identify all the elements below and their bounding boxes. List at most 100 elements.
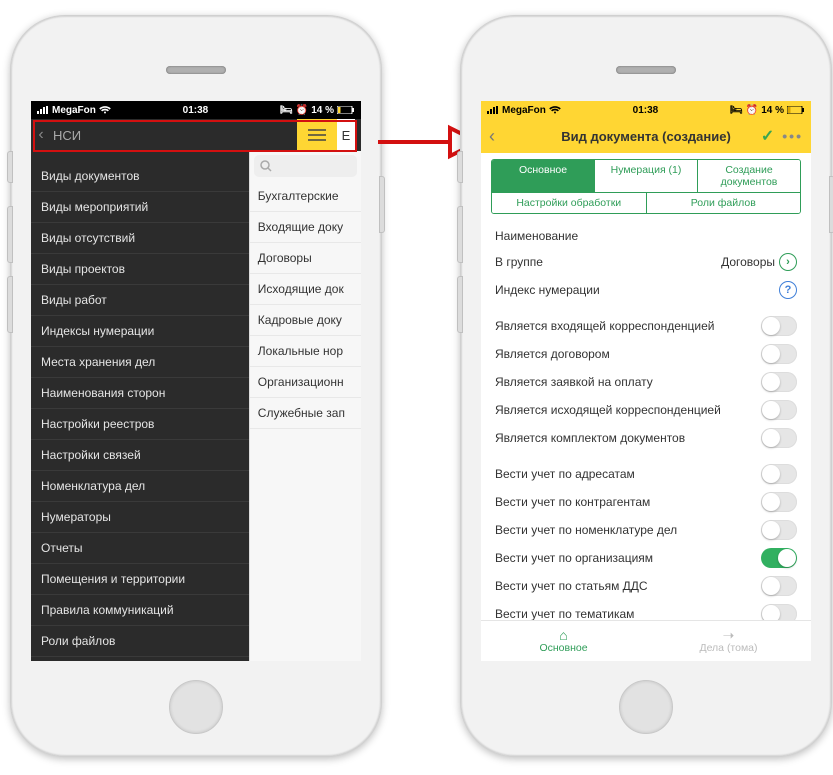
list-item[interactable]: Служебные зап — [250, 398, 361, 429]
battery-label: 14 % — [311, 105, 334, 116]
page-title: Вид документа (создание) — [561, 129, 731, 144]
tab-processing[interactable]: Настройки обработки — [492, 192, 647, 213]
signal-icon — [37, 106, 49, 114]
battery-icon — [787, 106, 805, 114]
sidebar-item[interactable]: Списки рассылки по контрагентам — [31, 657, 249, 661]
clock-icon: ⏰ — [296, 105, 308, 116]
field-index-label: Индекс нумерации — [495, 283, 600, 297]
toggle-switch[interactable] — [761, 464, 797, 484]
menu-button[interactable] — [297, 119, 337, 151]
sidebar-item[interactable]: Правила коммуникаций — [31, 595, 249, 626]
phone-side-button — [7, 151, 13, 183]
field-name-label: Наименование — [495, 229, 578, 243]
tab-numbering[interactable]: Нумерация (1) — [595, 160, 698, 192]
toggle-switch[interactable] — [761, 492, 797, 512]
toggle-row: Вести учет по номенклатуре дел — [495, 516, 797, 544]
sidebar-item[interactable]: Виды отсутствий — [31, 223, 249, 254]
screen-left: MegaFon 01:38 🛏 ⏰ 14 % ‹ НСИ Е — [31, 101, 361, 661]
toggle-label: Вести учет по контрагентам — [495, 495, 650, 509]
alarm-icon: 🛏 — [280, 105, 293, 116]
more-icon[interactable]: ••• — [782, 128, 803, 144]
toggle-switch[interactable] — [761, 400, 797, 420]
list-item[interactable]: Бухгалтерские — [250, 181, 361, 212]
sidebar-item[interactable]: Нумераторы — [31, 502, 249, 533]
search-input[interactable] — [254, 155, 357, 177]
sidebar-item[interactable]: Наименования сторон — [31, 378, 249, 409]
toggle-switch[interactable] — [761, 548, 797, 568]
status-bar: MegaFon 01:38 🛏 ⏰ 14 % — [31, 101, 361, 119]
toggle-row: Является заявкой на оплату — [495, 368, 797, 396]
list-item[interactable]: Локальные нор — [250, 336, 361, 367]
toggle-switch[interactable] — [761, 344, 797, 364]
toggle-switch[interactable] — [761, 316, 797, 336]
toggle-row: Вести учет по контрагентам — [495, 488, 797, 516]
sidebar-item[interactable]: Номенклатура дел — [31, 471, 249, 502]
nav-bar: ‹ Вид документа (создание) ✓ ••• — [481, 119, 811, 153]
list-item[interactable]: Исходящие док — [250, 274, 361, 305]
sidebar-item[interactable]: Виды проектов — [31, 254, 249, 285]
toggle-row: Вести учет по организациям — [495, 544, 797, 572]
sidebar-item[interactable]: Отчеты — [31, 533, 249, 564]
alarm-icon: 🛏 — [730, 105, 743, 116]
sidebar-item[interactable]: Места хранения дел — [31, 347, 249, 378]
sidebar-items: Виды документовВиды мероприятийВиды отсу… — [31, 161, 249, 661]
list-item[interactable]: Входящие доку — [250, 212, 361, 243]
battery-label: 14 % — [761, 105, 784, 116]
confirm-icon[interactable]: ✓ — [761, 126, 774, 146]
phone-mockup-left: MegaFon 01:38 🛏 ⏰ 14 % ‹ НСИ Е — [10, 15, 382, 757]
sidebar-item[interactable]: Роли файлов — [31, 626, 249, 657]
bottom-tab-deals[interactable]: ➝ Дела (тома) — [646, 621, 811, 661]
sidebar-item[interactable]: Виды документов — [31, 161, 249, 192]
toggle-label: Является входящей корреспонденцией — [495, 319, 714, 333]
sidebar-item[interactable]: Виды работ — [31, 285, 249, 316]
toggle-label: Вести учет по номенклатуре дел — [495, 523, 677, 537]
carrier-label: MegaFon — [52, 105, 96, 116]
toggle-row: Является комплектом документов — [495, 424, 797, 452]
toggle-group-1: Является входящей корреспонденцией Являет… — [495, 312, 797, 452]
toggle-label: Вести учет по статьям ДДС — [495, 579, 648, 593]
sidebar-item[interactable]: Настройки реестров — [31, 409, 249, 440]
phone-side-button — [457, 276, 463, 333]
phone-side-button — [457, 151, 463, 183]
toggle-label: Является исходящей корреспонденцией — [495, 403, 721, 417]
form: Наименование В группе Договоры › Индекс … — [481, 220, 811, 661]
toggle-label: Является комплектом документов — [495, 431, 685, 445]
help-icon[interactable]: ? — [779, 281, 797, 299]
list-item[interactable]: Договоры — [250, 243, 361, 274]
sidebar-item[interactable]: Виды мероприятий — [31, 192, 249, 223]
hamburger-icon — [308, 129, 326, 141]
toggle-label: Является заявкой на оплату — [495, 375, 653, 389]
clock-icon: ⏰ — [746, 105, 758, 116]
toggle-switch[interactable] — [761, 576, 797, 596]
field-group-value[interactable]: Договоры — [721, 255, 775, 269]
home-icon: ⌂ — [559, 628, 567, 642]
sidebar-item[interactable]: Индексы нумерации — [31, 316, 249, 347]
toggle-row: Является исходящей корреспонденцией — [495, 396, 797, 424]
status-time: 01:38 — [633, 105, 659, 116]
home-button[interactable] — [619, 680, 673, 734]
sidebar-menu[interactable]: Виды документовВиды мероприятийВиды отсу… — [31, 151, 249, 661]
bottom-tab-main[interactable]: ⌂ Основное — [481, 621, 646, 661]
tab-create-docs[interactable]: Создание документов — [698, 160, 800, 192]
toggle-label: Вести учет по тематикам — [495, 607, 634, 621]
signal-icon — [487, 106, 499, 114]
toggle-switch[interactable] — [761, 428, 797, 448]
toggle-label: Вести учет по организациям — [495, 551, 653, 565]
back-icon[interactable]: ‹ — [489, 126, 495, 147]
nav-right-letter: Е — [337, 119, 355, 151]
search-icon — [260, 160, 272, 172]
home-button[interactable] — [169, 680, 223, 734]
back-icon[interactable]: ‹ — [31, 126, 51, 144]
sidebar-item[interactable]: Настройки связей — [31, 440, 249, 471]
list-item[interactable]: Кадровые доку — [250, 305, 361, 336]
tab-file-roles[interactable]: Роли файлов — [647, 192, 801, 213]
toggle-switch[interactable] — [761, 372, 797, 392]
phone-side-button — [829, 176, 833, 233]
list-item[interactable]: Организационн — [250, 367, 361, 398]
sidebar-item[interactable]: Помещения и территории — [31, 564, 249, 595]
tab-bar: Основное Нумерация (1) Создание документ… — [491, 159, 801, 214]
tab-main[interactable]: Основное — [492, 160, 595, 192]
phone-side-button — [7, 206, 13, 263]
toggle-switch[interactable] — [761, 520, 797, 540]
chevron-right-icon[interactable]: › — [779, 253, 797, 271]
